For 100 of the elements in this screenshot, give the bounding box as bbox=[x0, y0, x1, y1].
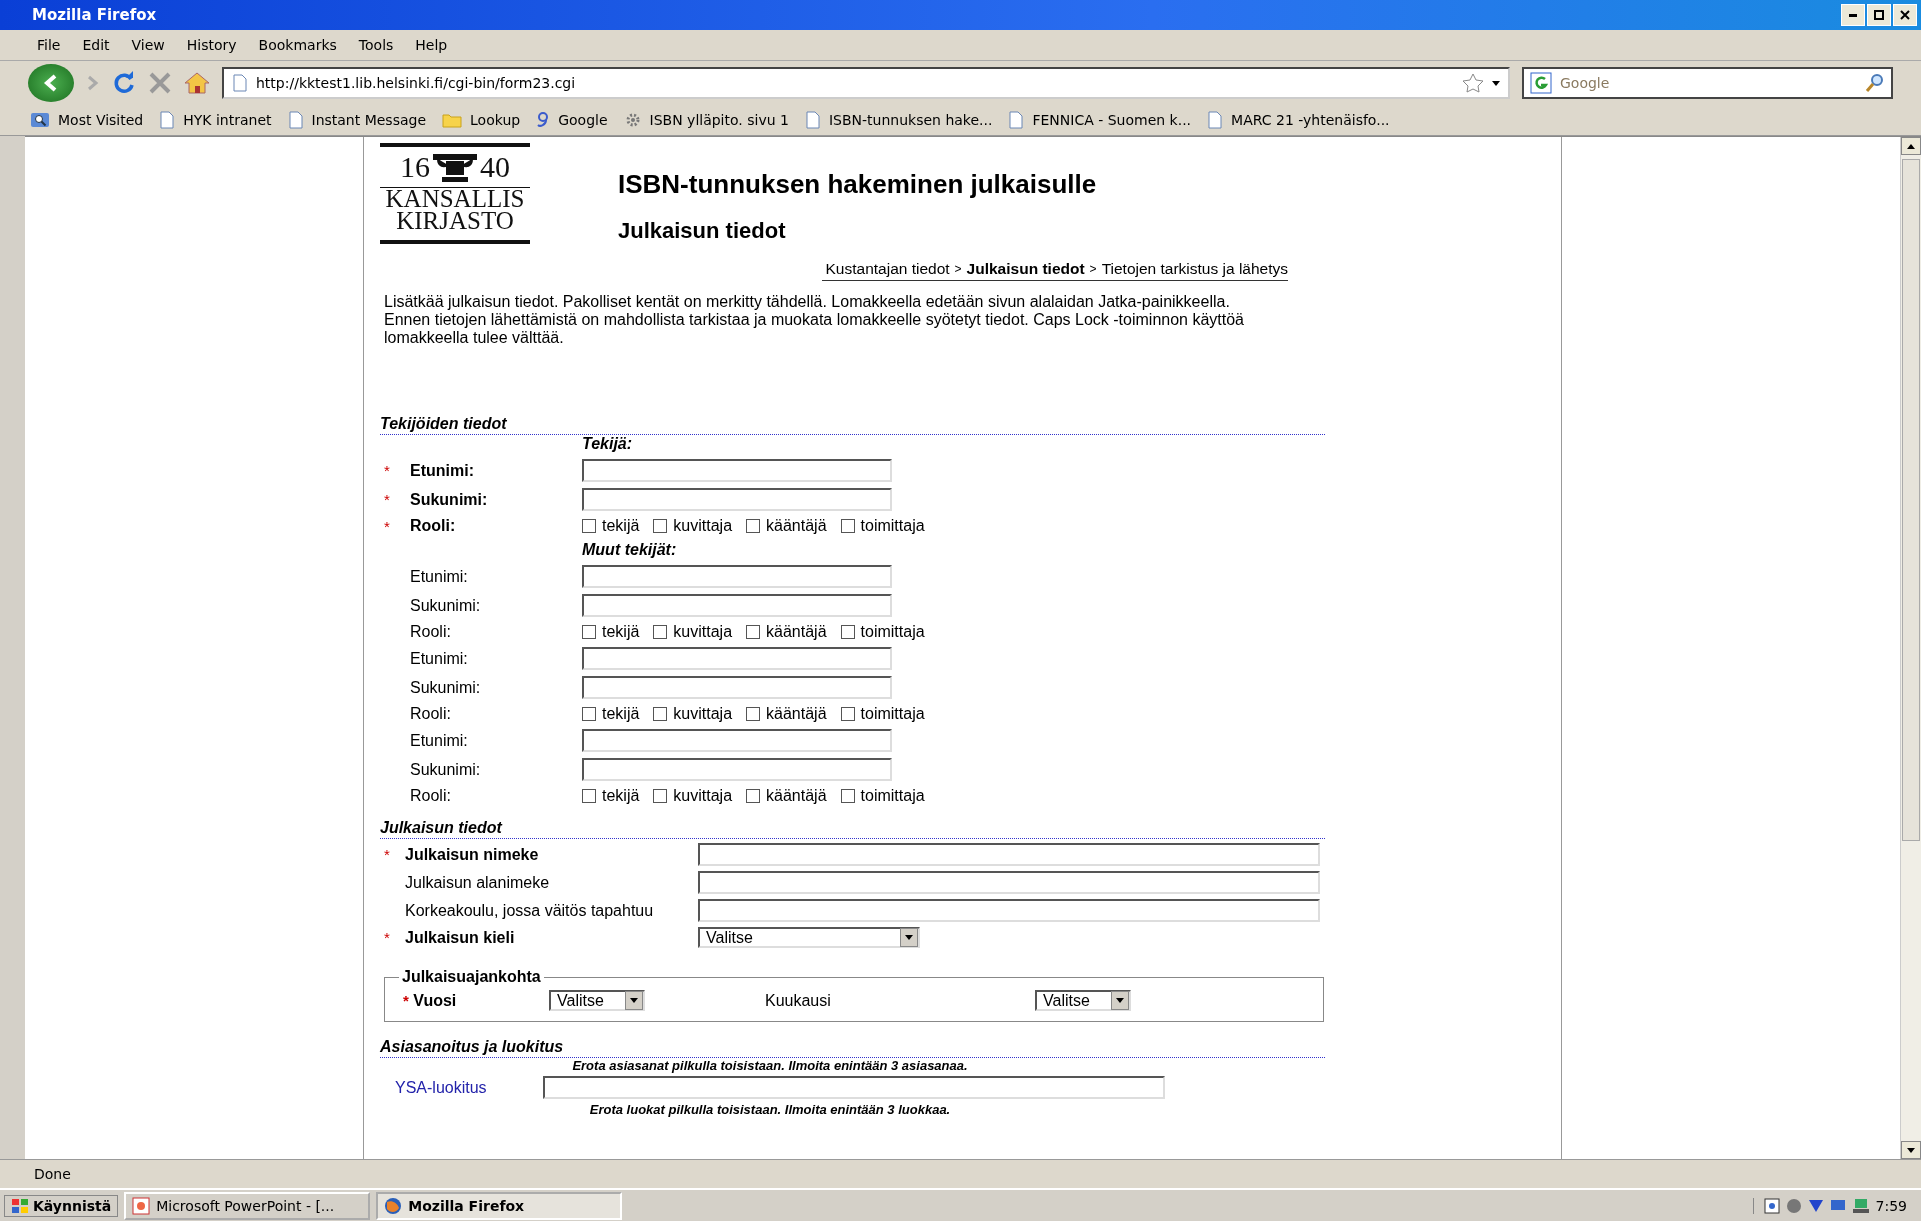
field-label: Etunimi: bbox=[409, 731, 469, 750]
required-asterisk: * bbox=[383, 846, 391, 863]
caret-icon[interactable] bbox=[1492, 80, 1500, 86]
breadcrumb-item: Tietojen tarkistus ja lähetys bbox=[1101, 260, 1288, 278]
checkbox[interactable] bbox=[653, 707, 668, 721]
text-field[interactable] bbox=[543, 1076, 1165, 1099]
status-text: Done bbox=[34, 1166, 71, 1182]
checkbox[interactable] bbox=[746, 707, 761, 721]
reload-icon[interactable] bbox=[112, 71, 136, 95]
checkbox[interactable] bbox=[746, 625, 761, 639]
checkbox[interactable] bbox=[840, 519, 855, 533]
help-icon[interactable] bbox=[1763, 1197, 1780, 1214]
minimize-button[interactable] bbox=[1841, 4, 1865, 26]
bookmark-link[interactable]: Google bbox=[536, 111, 608, 129]
checkbox[interactable] bbox=[653, 625, 668, 639]
field-label: Rooli: bbox=[409, 705, 452, 723]
search-icon[interactable] bbox=[1865, 73, 1885, 93]
page-icon bbox=[232, 74, 248, 92]
checkbox[interactable] bbox=[840, 625, 855, 639]
field-label: Etunimi: bbox=[409, 649, 469, 668]
network-icon[interactable] bbox=[1807, 1197, 1824, 1214]
checkbox-label: tekijä bbox=[602, 517, 640, 535]
checkbox[interactable] bbox=[840, 789, 855, 803]
scroll-down-button[interactable] bbox=[1901, 1141, 1921, 1159]
menu-item[interactable]: Bookmarks bbox=[249, 35, 346, 55]
bookmark-link[interactable]: HYK intranet bbox=[159, 111, 272, 129]
field-label: Julkaisun nimeke bbox=[404, 845, 540, 864]
text-field[interactable] bbox=[582, 488, 892, 511]
classification-link[interactable]: YSA-luokitus bbox=[380, 1078, 543, 1097]
hint-text: Erota luokat pilkulla toisistaan. Ilmoita enintään 3 luokkaa. bbox=[588, 1102, 952, 1117]
required-asterisk: * bbox=[402, 991, 409, 1009]
dropdown[interactable]: Valitse bbox=[1035, 990, 1131, 1011]
taskbar-button[interactable]: Microsoft PowerPoint - [... bbox=[124, 1191, 371, 1220]
text-field[interactable] bbox=[698, 899, 1320, 922]
windows-flag-icon bbox=[11, 1197, 29, 1214]
text-field[interactable] bbox=[582, 758, 892, 781]
bookmark-link[interactable]: MARC 21 -yhtenäisfo... bbox=[1207, 111, 1390, 129]
menu-item[interactable]: File bbox=[28, 35, 70, 55]
bookmark-link[interactable]: ISBN ylläpito. sivu 1 bbox=[623, 111, 789, 129]
text-field[interactable] bbox=[582, 676, 892, 699]
search-field[interactable]: Google bbox=[1558, 74, 1859, 92]
caret-icon bbox=[1116, 998, 1124, 1003]
caret-icon bbox=[630, 998, 638, 1003]
checkbox[interactable] bbox=[746, 789, 761, 803]
checkbox[interactable] bbox=[582, 625, 596, 639]
back-button[interactable] bbox=[28, 64, 74, 102]
taskbar-button[interactable]: Mozilla Firefox bbox=[376, 1191, 623, 1220]
checkbox[interactable] bbox=[840, 707, 855, 721]
checkbox[interactable] bbox=[582, 519, 596, 533]
checkbox[interactable] bbox=[653, 519, 668, 533]
bookmark-link[interactable]: FENNICA - Suomen k... bbox=[1008, 111, 1192, 129]
field-label: Julkaisun alanimeke bbox=[404, 873, 551, 892]
letter-g-icon bbox=[536, 111, 551, 129]
page-icon bbox=[1008, 111, 1025, 129]
section-heading: Julkaisun tiedot bbox=[380, 819, 1325, 839]
checkbox[interactable] bbox=[582, 789, 596, 803]
menu-item[interactable]: History bbox=[177, 35, 246, 55]
bookmark-link[interactable]: Lookup bbox=[442, 112, 521, 128]
dropdown[interactable]: Valitse bbox=[698, 927, 920, 948]
text-field[interactable] bbox=[698, 843, 1320, 866]
bookmark-link[interactable]: Most Visited bbox=[30, 112, 144, 128]
star-icon[interactable] bbox=[1462, 73, 1484, 93]
text-field[interactable] bbox=[698, 871, 1320, 894]
checkbox-label: kuvittaja bbox=[673, 705, 733, 723]
close-icon bbox=[1900, 10, 1910, 20]
text-field[interactable] bbox=[582, 647, 892, 670]
breadcrumb-item: Kustantajan tiedot bbox=[825, 260, 950, 278]
magnifier-icon bbox=[30, 112, 50, 128]
checkbox[interactable] bbox=[653, 789, 668, 803]
field-label: Julkaisun kieli bbox=[404, 928, 516, 947]
menu-item[interactable]: Edit bbox=[73, 35, 119, 55]
checkbox[interactable] bbox=[746, 519, 761, 533]
scroll-up-button[interactable] bbox=[1901, 137, 1921, 155]
letter-g-icon[interactable] bbox=[1530, 72, 1552, 94]
menu-item[interactable]: View bbox=[122, 35, 174, 55]
bookmark-link[interactable]: Instant Message bbox=[287, 111, 427, 129]
field-label: Korkeakoulu, jossa väitös tapahtuu bbox=[404, 901, 655, 920]
breadcrumb-separator: > bbox=[954, 262, 962, 276]
checkbox[interactable] bbox=[582, 707, 596, 721]
bookmark-link[interactable]: ISBN-tunnuksen hake... bbox=[804, 111, 993, 129]
text-field[interactable] bbox=[582, 729, 892, 752]
page-icon bbox=[804, 111, 821, 129]
page-icon bbox=[287, 111, 304, 129]
menu-item[interactable]: Help bbox=[406, 35, 457, 55]
maximize-button[interactable] bbox=[1867, 4, 1891, 26]
group-heading: Tekijä: bbox=[582, 435, 634, 453]
menu-item[interactable]: Tools bbox=[349, 35, 403, 55]
address-bar[interactable]: http://kktest1.lib.helsinki.fi/cgi-bin/form23.cgi bbox=[222, 67, 1510, 99]
close-button[interactable] bbox=[1893, 4, 1917, 26]
text-field[interactable] bbox=[582, 594, 892, 617]
text-field[interactable] bbox=[582, 459, 892, 482]
start-button[interactable]: Käynnistä bbox=[4, 1194, 119, 1217]
field-label: Sukunimi: bbox=[409, 760, 482, 779]
dropdown[interactable]: Valitse bbox=[549, 990, 645, 1011]
computer-icon[interactable] bbox=[1851, 1197, 1870, 1214]
text-field[interactable] bbox=[582, 565, 892, 588]
home-icon[interactable] bbox=[184, 71, 210, 95]
search-box[interactable]: Google bbox=[1522, 67, 1893, 99]
page-icon bbox=[1207, 111, 1224, 129]
checkbox-label: kääntäjä bbox=[766, 705, 827, 723]
